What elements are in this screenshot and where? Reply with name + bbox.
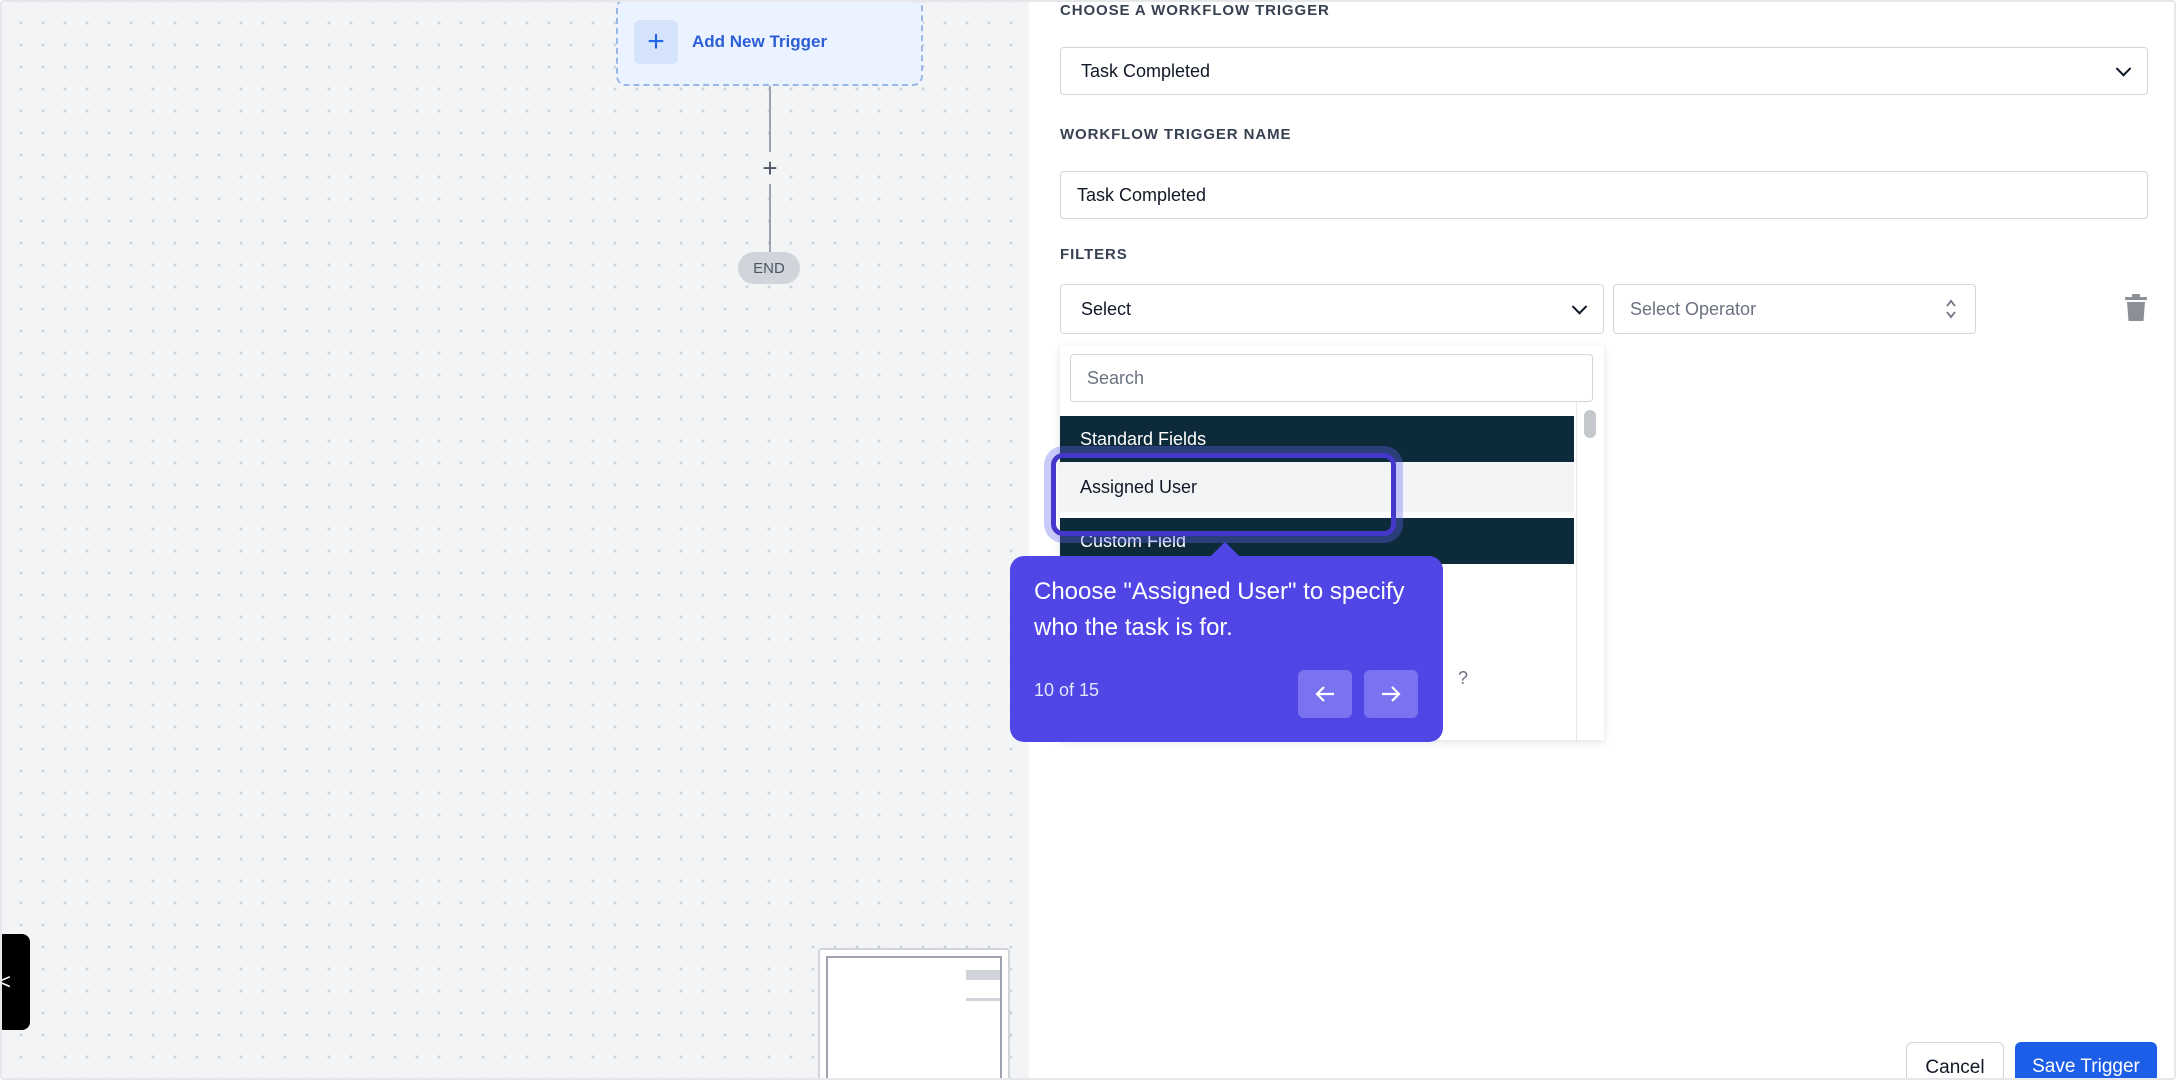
add-new-trigger-card[interactable]: + Add New Trigger: [616, 2, 923, 86]
end-node: END: [738, 252, 800, 284]
save-trigger-button[interactable]: Save Trigger: [2015, 1042, 2157, 1078]
tour-step-counter: 10 of 15: [1034, 680, 1100, 700]
chevron-down-icon: [2115, 61, 2132, 77]
add-step-button[interactable]: +: [757, 152, 783, 184]
arrow-right-icon: [1382, 686, 1401, 702]
plus-icon: +: [634, 20, 678, 64]
trigger-name-label: WORKFLOW TRIGGER NAME: [1060, 126, 1292, 143]
dropdown-scrollbar[interactable]: [1576, 402, 1604, 740]
operator-placeholder: Select Operator: [1630, 298, 1757, 319]
tooltip-text: Choose "Assigned User" to specify who th…: [1034, 578, 1405, 641]
trigger-section-label: CHOOSE A WORKFLOW TRIGGER: [1060, 2, 1330, 19]
minimap-node: [966, 998, 1000, 1001]
scrollbar-thumb[interactable]: [1584, 410, 1596, 438]
minimap[interactable]: [818, 948, 1010, 1078]
filters-label: FILTERS: [1060, 246, 1128, 263]
sidebar-toggle-button[interactable]: <: [2, 934, 30, 1030]
filter-row: Select Select Operator: [1029, 284, 2174, 334]
tour-next-button[interactable]: [1364, 670, 1418, 718]
workflow-trigger-select[interactable]: Task Completed: [1060, 47, 2148, 95]
tour-highlight-frame: [1051, 453, 1396, 536]
filter-field-value: Select: [1081, 298, 1132, 319]
operator-select[interactable]: Select Operator: [1613, 284, 1976, 334]
workflow-canvas[interactable]: + Add New Trigger + END <: [2, 2, 1029, 1078]
arrow-left-icon: [1315, 686, 1334, 702]
connector-line: [769, 86, 771, 152]
connector-line: [769, 184, 771, 252]
trash-icon[interactable]: [2124, 294, 2148, 322]
cancel-button[interactable]: Cancel: [1906, 1042, 2004, 1078]
filter-field-select[interactable]: Select: [1060, 284, 1604, 334]
trigger-settings-panel: CHOOSE A WORKFLOW TRIGGER Task Completed…: [1029, 2, 2174, 1078]
chevron-left-icon: <: [2, 969, 11, 995]
add-new-trigger-label: Add New Trigger: [692, 32, 828, 51]
trigger-name-input[interactable]: Task Completed: [1060, 171, 2148, 219]
minimap-node: [966, 970, 1000, 980]
tour-previous-button[interactable]: [1298, 670, 1352, 718]
trigger-name-value: Task Completed: [1077, 184, 1207, 205]
up-down-chevron-icon: [1946, 299, 1956, 319]
tour-tooltip: Choose "Assigned User" to specify who th…: [1010, 541, 1443, 742]
chevron-down-icon: [1571, 299, 1588, 315]
dropdown-search-input[interactable]: [1070, 354, 1593, 402]
app-frame: + Add New Trigger + END < CHOOSE A WORKF…: [0, 0, 2176, 1080]
workflow-trigger-value: Task Completed: [1081, 60, 1211, 81]
partial-option-text: ?: [1458, 668, 1469, 688]
